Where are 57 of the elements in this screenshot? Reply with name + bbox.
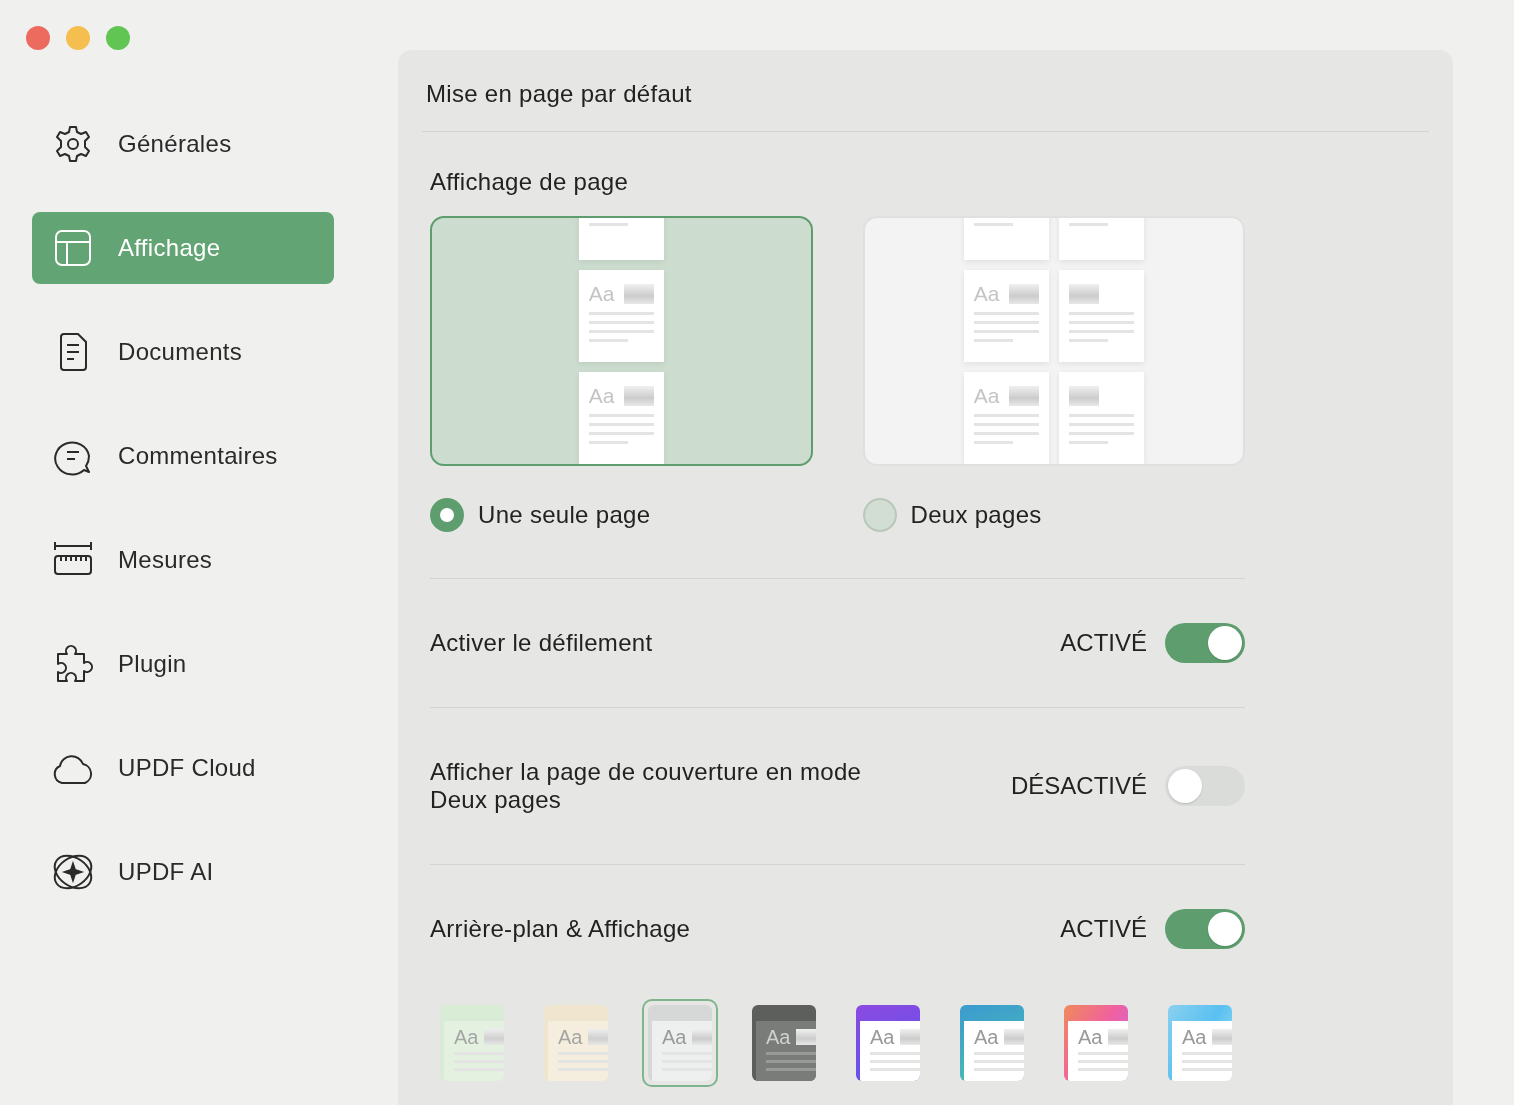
sample-text: Aa xyxy=(973,384,1000,408)
zoom-button[interactable] xyxy=(106,26,130,50)
image-icon xyxy=(1212,1029,1232,1045)
close-button[interactable] xyxy=(26,26,50,50)
image-icon xyxy=(796,1029,816,1045)
layout-icon xyxy=(53,228,93,268)
image-icon xyxy=(623,386,654,406)
layout-option-card[interactable]: Aa Aa xyxy=(430,216,813,466)
image-icon xyxy=(623,284,654,304)
image-icon xyxy=(1068,386,1099,406)
sample-text: Aa xyxy=(662,1025,687,1049)
setting-label: Afficher la page de couverture en mode Deux pages xyxy=(430,758,863,814)
gear-icon xyxy=(53,124,93,164)
sidebar-item[interactable]: UPDF AI xyxy=(32,836,334,908)
sidebar-item[interactable]: Plugin xyxy=(32,628,334,700)
toggle-switch[interactable] xyxy=(1165,623,1245,663)
image-icon xyxy=(1008,386,1039,406)
image-icon xyxy=(900,1029,920,1045)
sample-text: Aa xyxy=(766,1025,791,1049)
radio-option[interactable]: Deux pages xyxy=(862,498,1042,532)
sidebar-item[interactable]: Commentaires xyxy=(32,420,334,492)
image-icon xyxy=(692,1029,712,1045)
sidebar-item[interactable]: Affichage xyxy=(32,212,334,284)
sample-text: Aa xyxy=(973,282,1000,306)
image-icon xyxy=(1068,284,1099,304)
sample-text: Aa xyxy=(588,384,615,408)
image-icon xyxy=(1108,1029,1128,1045)
toggle-status: DÉSACTIVÉ xyxy=(1010,772,1147,800)
toggle-switch[interactable] xyxy=(1165,766,1245,806)
radio-option[interactable]: Une seule page xyxy=(430,498,651,532)
sample-text: Aa xyxy=(588,282,615,306)
sample-text: Aa xyxy=(870,1025,895,1049)
panel-title: Mise en page par défaut xyxy=(426,80,693,108)
sample-text: Aa xyxy=(558,1025,583,1049)
sidebar-item[interactable]: UPDF Cloud xyxy=(32,732,334,804)
image-icon xyxy=(484,1029,504,1045)
sidebar-item[interactable]: Documents xyxy=(32,316,334,388)
minimize-button[interactable] xyxy=(66,26,90,50)
radio-indicator[interactable] xyxy=(430,498,464,532)
sample-text: Aa xyxy=(1182,1025,1207,1049)
image-icon xyxy=(1008,284,1039,304)
image-icon xyxy=(1004,1029,1024,1045)
sample-text: Aa xyxy=(454,1025,479,1049)
sample-text: Aa xyxy=(1078,1025,1103,1049)
toggle-status: ACTIVÉ xyxy=(1060,915,1147,943)
sample-text: Aa xyxy=(974,1025,999,1049)
image-icon xyxy=(588,1029,608,1045)
setting-label: Arrière-plan & Affichage xyxy=(430,915,691,943)
toggle-switch[interactable] xyxy=(1165,909,1245,949)
section-title: Affichage de page xyxy=(430,168,630,196)
sidebar-item[interactable]: Mesures xyxy=(32,524,334,596)
theme-swatch[interactable]: Aa xyxy=(642,999,718,1087)
toggle-status: ACTIVÉ xyxy=(1060,629,1147,657)
layout-option-card[interactable]: Aa Aa xyxy=(862,216,1245,466)
sidebar-item[interactable]: Générales xyxy=(32,108,334,180)
setting-label: Activer le défilement xyxy=(430,629,653,657)
radio-indicator[interactable] xyxy=(862,498,897,532)
